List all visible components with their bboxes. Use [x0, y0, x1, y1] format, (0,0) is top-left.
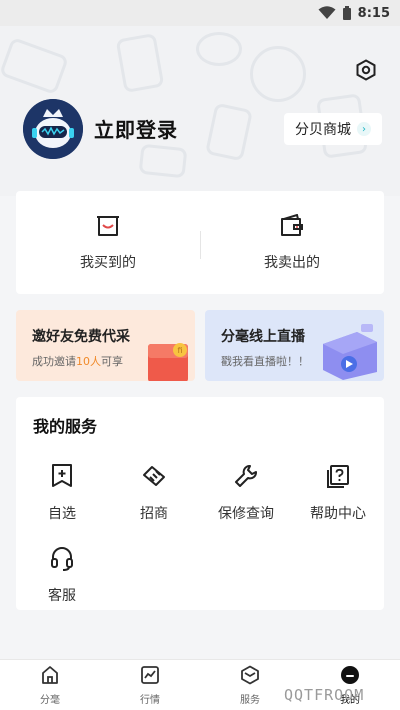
service-label: 客服 — [48, 588, 76, 604]
services-card: 我的服务 自选 招商 保修查询 帮助中心 客服 — [16, 397, 384, 610]
live-banner[interactable]: 分毫线上直播 戳我看直播啦！！ — [205, 310, 384, 381]
banner-sub-suffix: 可享 — [101, 355, 123, 368]
box-icon — [240, 665, 260, 688]
service-customer-support[interactable]: 客服 — [16, 545, 108, 605]
wifi-icon — [318, 6, 336, 20]
orders-card: 我买到的 我卖出的 — [16, 191, 384, 294]
help-icon — [325, 463, 351, 493]
service-warranty[interactable]: 保修查询 — [200, 463, 292, 523]
invite-banner[interactable]: 邀好友免费代采 成功邀请10人可享 fi — [16, 310, 195, 381]
banner-sub-prefix: 成功邀请 — [32, 355, 76, 368]
tab-market[interactable]: 行情 — [100, 660, 200, 710]
gear-icon — [355, 59, 377, 85]
service-label: 招商 — [140, 506, 168, 522]
sold-orders-button[interactable]: 我卖出的 — [200, 191, 384, 294]
red-envelope-icon: fi — [144, 338, 192, 381]
battery-icon — [342, 5, 352, 21]
chart-icon — [140, 665, 160, 688]
service-help[interactable]: 帮助中心 — [292, 463, 384, 523]
status-time: 8:15 — [357, 5, 390, 21]
profile-icon — [340, 665, 360, 688]
settings-button[interactable] — [354, 59, 378, 85]
bought-orders-button[interactable]: 我买到的 — [16, 191, 200, 294]
service-label: 帮助中心 — [310, 506, 366, 522]
section-title: 我的服务 — [33, 417, 98, 436]
wrench-icon — [233, 463, 259, 493]
service-label: 保修查询 — [218, 506, 274, 522]
add-bookmark-icon — [50, 463, 74, 493]
tab-label: 服务 — [240, 694, 260, 706]
headset-icon — [49, 545, 75, 575]
banner-sub-highlight: 10人 — [76, 355, 101, 368]
watermark: QQTFROOM — [284, 686, 365, 704]
service-favorites[interactable]: 自选 — [16, 463, 108, 523]
mall-button[interactable]: 分贝商城 › — [284, 113, 382, 145]
service-investment[interactable]: 招商 — [108, 463, 200, 523]
mall-label: 分贝商城 — [295, 122, 351, 138]
wallet-icon — [279, 213, 305, 242]
svg-text:fi: fi — [177, 346, 182, 355]
service-label: 自选 — [48, 506, 76, 522]
order-label: 我卖出的 — [264, 254, 320, 271]
tab-home[interactable]: 分毫 — [0, 660, 100, 710]
order-label: 我买到的 — [80, 254, 136, 271]
divider — [200, 231, 201, 259]
tab-label: 行情 — [140, 694, 160, 706]
chevron-right-icon: › — [357, 122, 371, 136]
status-bar: 8:15 — [0, 0, 400, 26]
handshake-icon — [140, 463, 168, 493]
home-icon — [40, 665, 60, 688]
live-video-icon — [317, 320, 381, 381]
avatar[interactable] — [23, 99, 83, 159]
tab-label: 分毫 — [40, 694, 60, 706]
shopping-bag-icon — [95, 214, 121, 242]
login-link[interactable]: 立即登录 — [94, 114, 178, 143]
